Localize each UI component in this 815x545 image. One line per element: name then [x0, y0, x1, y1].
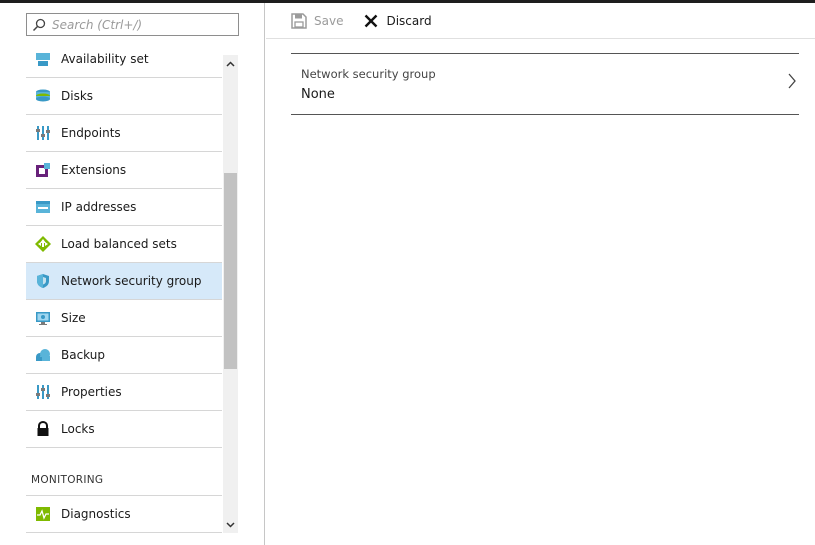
sidebar-item-label: Extensions	[61, 163, 127, 177]
sidebar-item-disks[interactable]: Disks	[26, 78, 222, 115]
save-icon	[291, 12, 307, 29]
properties-icon	[35, 384, 51, 400]
sidebar-item-label: Network security group	[61, 274, 202, 288]
sidebar-item-ip-addresses[interactable]: IP addresses	[26, 189, 222, 226]
sidebar-menu: Availability set Disks Endpoints Extensi…	[26, 42, 222, 533]
sidebar-item-label: Size	[61, 311, 86, 325]
chevron-up-icon	[226, 60, 235, 67]
sidebar-item-label: Backup	[61, 348, 105, 362]
sidebar-item-label: Locks	[61, 422, 95, 436]
save-button[interactable]: Save	[291, 12, 344, 29]
sidebar-item-endpoints[interactable]: Endpoints	[26, 115, 222, 152]
sidebar-item-label: Disks	[61, 89, 94, 103]
lock-icon	[35, 421, 51, 437]
availability-set-icon	[35, 52, 51, 68]
discard-label: Discard	[386, 13, 432, 28]
main-panel: Save Discard Network security group None	[266, 3, 815, 545]
chevron-down-icon	[226, 521, 235, 528]
shield-icon	[35, 273, 51, 289]
sidebar-item-label: IP addresses	[61, 200, 137, 214]
sidebar-item-backup[interactable]: Backup	[26, 337, 222, 374]
sidebar-item-network-security-group[interactable]: Network security group	[26, 263, 222, 300]
setting-value: None	[301, 87, 335, 102]
sidebar-item-extensions[interactable]: Extensions	[26, 152, 222, 189]
close-icon	[363, 13, 379, 29]
search-icon	[32, 18, 46, 31]
disks-icon	[35, 88, 51, 104]
scrollbar-thumb[interactable]	[224, 173, 237, 369]
sidebar-item-load-balanced-sets[interactable]: Load balanced sets	[26, 226, 222, 263]
ip-addresses-icon	[35, 199, 51, 215]
sidebar-item-label: Endpoints	[61, 126, 121, 140]
network-security-group-setting[interactable]: Network security group None	[291, 53, 799, 115]
sidebar-item-label: Properties	[61, 385, 122, 399]
sidebar-scrollbar[interactable]	[223, 55, 238, 533]
sidebar-item-locks[interactable]: Locks	[26, 411, 222, 448]
search-box[interactable]	[26, 13, 239, 36]
sidebar-item-label: Availability set	[61, 52, 149, 66]
sidebar-item-diagnostics[interactable]: Diagnostics	[26, 496, 222, 533]
sidebar-item-label: Load balanced sets	[61, 237, 177, 251]
monitor-icon	[35, 310, 51, 326]
cloud-backup-icon	[35, 347, 51, 363]
sidebar-item-properties[interactable]: Properties	[26, 374, 222, 411]
scroll-up-button[interactable]	[223, 55, 238, 72]
scroll-down-button[interactable]	[223, 516, 238, 533]
sidebar-item-availability-set[interactable]: Availability set	[26, 42, 222, 78]
search-input[interactable]	[52, 17, 232, 32]
setting-label: Network security group	[301, 67, 436, 81]
chevron-right-icon	[788, 73, 796, 89]
save-label: Save	[314, 13, 344, 28]
section-header-monitoring: MONITORING	[26, 448, 222, 496]
command-bar: Save Discard	[266, 3, 815, 39]
sidebar: Availability set Disks Endpoints Extensi…	[0, 3, 265, 545]
extensions-icon	[35, 162, 51, 178]
sidebar-item-label: Diagnostics	[61, 507, 131, 521]
endpoints-icon	[35, 125, 51, 141]
load-balancer-icon	[35, 236, 51, 252]
sidebar-item-size[interactable]: Size	[26, 300, 222, 337]
diagnostics-icon	[35, 506, 51, 522]
discard-button[interactable]: Discard	[363, 13, 432, 29]
